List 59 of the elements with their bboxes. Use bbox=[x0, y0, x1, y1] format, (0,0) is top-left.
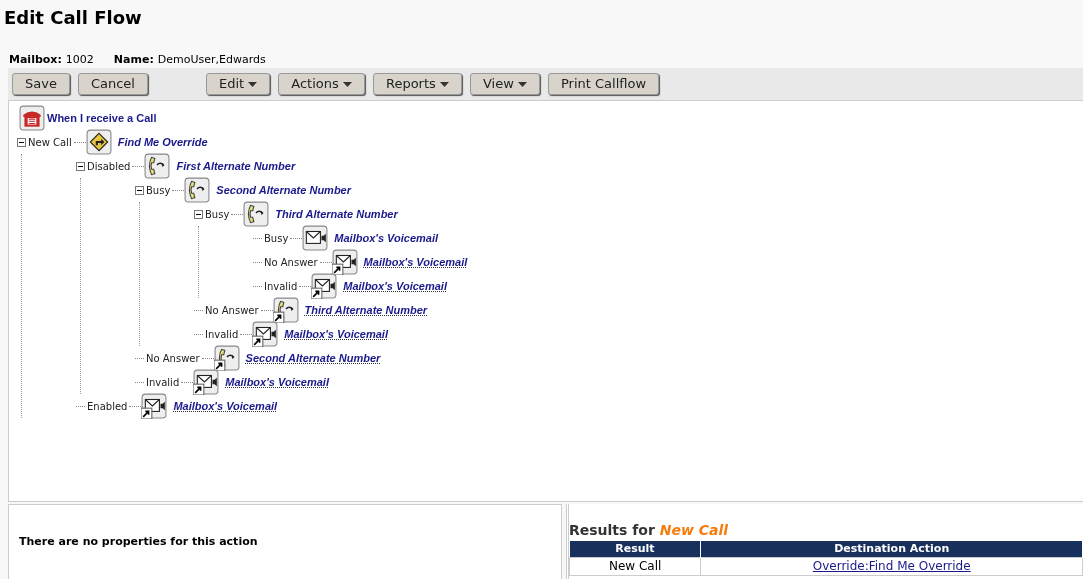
branch-label: Invalid bbox=[145, 375, 181, 390]
action-link[interactable]: Mailbox's Voicemail bbox=[328, 229, 439, 247]
action-link[interactable]: Mailbox's Voicemail bbox=[337, 277, 447, 295]
menu-button[interactable]: Edit bbox=[205, 73, 271, 95]
branch-label: Busy bbox=[145, 183, 172, 198]
shortcut-envelope-speaker-icon[interactable] bbox=[331, 249, 358, 275]
branch-label: No Answer bbox=[145, 351, 201, 366]
action-link[interactable]: Second Alternate Number bbox=[239, 349, 381, 367]
page-title: Edit Call Flow bbox=[4, 6, 143, 30]
branch-label: Disabled bbox=[86, 159, 132, 174]
shortcut-envelope-speaker-icon[interactable] bbox=[141, 393, 168, 419]
branch-label: New Call bbox=[27, 135, 73, 150]
action-link[interactable]: Find Me Override bbox=[111, 133, 208, 151]
menu-button[interactable]: Actions bbox=[278, 73, 365, 95]
action-link[interactable]: Second Alternate Number bbox=[210, 181, 351, 199]
phone-forward-icon[interactable] bbox=[243, 201, 270, 227]
phone-forward-icon[interactable] bbox=[184, 177, 211, 203]
shortcut-envelope-speaker-icon[interactable] bbox=[252, 321, 279, 347]
menu-button[interactable]: View bbox=[469, 73, 540, 95]
branch-label: Invalid bbox=[204, 327, 240, 342]
collapse-icon[interactable] bbox=[17, 137, 26, 147]
shortcut-envelope-speaker-icon[interactable] bbox=[193, 369, 220, 395]
branch-label: Busy bbox=[263, 231, 290, 246]
toolbar-button[interactable]: Cancel bbox=[77, 73, 148, 95]
mailbox-label: Mailbox: bbox=[9, 52, 62, 64]
column-header: Result bbox=[569, 541, 701, 558]
column-header: Destination Action bbox=[700, 541, 1083, 558]
collapse-icon[interactable] bbox=[76, 161, 85, 171]
action-link[interactable]: When I receive a Call bbox=[45, 109, 157, 127]
action-link[interactable]: Mailbox's Voicemail bbox=[278, 325, 388, 343]
branch-label: No Answer bbox=[263, 255, 319, 270]
action-link[interactable]: Mailbox's Voicemail bbox=[167, 397, 278, 415]
toolbar-button[interactable]: Print Callflow bbox=[547, 73, 660, 95]
branch-label: Enabled bbox=[86, 399, 129, 414]
shortcut-envelope-speaker-icon[interactable] bbox=[311, 273, 338, 299]
name-label: Name: bbox=[113, 52, 154, 64]
action-link[interactable]: Mailbox's Voicemail bbox=[219, 373, 329, 391]
action-link[interactable]: First Alternate Number bbox=[170, 157, 296, 175]
table-cell: New Call bbox=[569, 557, 701, 576]
menu-button[interactable]: Reports bbox=[372, 73, 462, 95]
action-link[interactable]: Third Alternate Number bbox=[269, 205, 398, 223]
envelope-speaker-icon[interactable] bbox=[302, 225, 329, 251]
toolbar-button[interactable]: Save bbox=[12, 73, 70, 95]
properties-message: There are no properties for this action bbox=[19, 533, 258, 550]
collapse-icon[interactable] bbox=[135, 185, 144, 195]
direction-sign-icon[interactable] bbox=[85, 129, 112, 155]
action-link[interactable]: Mailbox's Voicemail bbox=[357, 253, 468, 271]
mailbox-value: 1002 bbox=[65, 52, 94, 64]
branch-label: No Answer bbox=[204, 303, 260, 318]
telephone-icon[interactable] bbox=[19, 105, 45, 131]
branch-label: Invalid bbox=[263, 279, 299, 294]
name-value: DemoUser,Edwards bbox=[157, 52, 266, 64]
shortcut-phone-forward-icon[interactable] bbox=[272, 297, 299, 323]
phone-forward-icon[interactable] bbox=[144, 153, 171, 179]
action-link[interactable]: Third Alternate Number bbox=[298, 301, 428, 319]
collapse-icon[interactable] bbox=[194, 209, 203, 219]
results-title: Results for New Call bbox=[569, 521, 730, 540]
branch-label: Busy bbox=[204, 207, 231, 222]
shortcut-phone-forward-icon[interactable] bbox=[213, 345, 240, 371]
